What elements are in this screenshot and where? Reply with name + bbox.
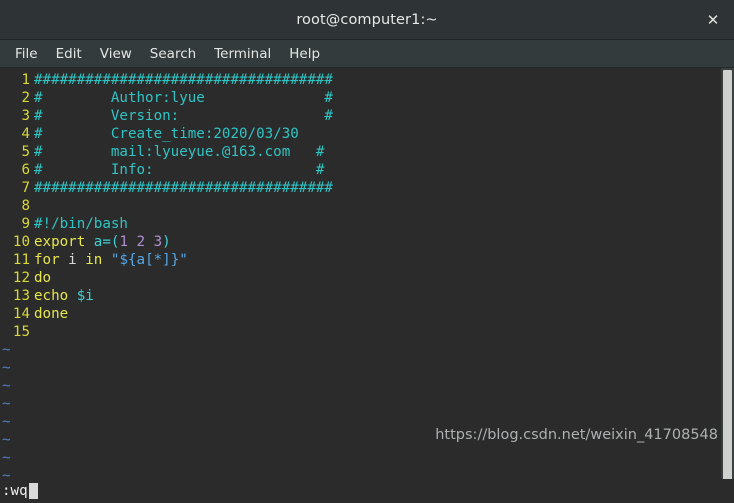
editor-line[interactable]: 6 # Info: # bbox=[0, 161, 734, 179]
window-title: root@computer1:~ bbox=[296, 11, 438, 28]
tilde-marker: ~ bbox=[2, 342, 11, 358]
editor-line[interactable]: 7 ################################### bbox=[0, 179, 734, 197]
line-content[interactable]: export a=(1 2 3) bbox=[30, 233, 171, 251]
menu-item-edit[interactable]: Edit bbox=[47, 43, 91, 65]
empty-line-marker-row: ~ bbox=[0, 449, 734, 467]
line-content[interactable]: # Create_time:2020/03/30 bbox=[30, 125, 299, 143]
tilde-marker: ~ bbox=[2, 468, 11, 479]
line-number: 1 bbox=[21, 72, 30, 88]
line-number: 3 bbox=[21, 108, 30, 124]
line-number: 7 bbox=[21, 180, 30, 196]
line-content[interactable]: do bbox=[30, 269, 51, 287]
line-content[interactable]: # mail:lyueyue.@163.com # bbox=[30, 143, 324, 161]
tilde-marker: ~ bbox=[2, 414, 11, 430]
menu-item-view[interactable]: View bbox=[91, 43, 141, 65]
editor-line[interactable]: 8 bbox=[0, 197, 734, 215]
tilde-marker: ~ bbox=[2, 396, 11, 412]
tilde-marker: ~ bbox=[2, 450, 11, 466]
line-content[interactable]: echo $i bbox=[30, 287, 94, 305]
editor-line[interactable]: 13 echo $i bbox=[0, 287, 734, 305]
line-number: 12 bbox=[12, 270, 30, 286]
close-icon[interactable]: ✕ bbox=[700, 7, 726, 33]
line-number: 5 bbox=[21, 144, 30, 160]
line-number: 13 bbox=[12, 288, 30, 304]
line-number: 4 bbox=[21, 126, 30, 142]
editor-line[interactable]: 2 # Author:lyue # bbox=[0, 89, 734, 107]
line-number: 15 bbox=[12, 324, 30, 340]
line-number: 9 bbox=[21, 216, 30, 232]
line-content[interactable]: #!/bin/bash bbox=[30, 215, 128, 233]
line-number: 14 bbox=[12, 306, 30, 322]
editor-line[interactable]: 5 # mail:lyueyue.@163.com # bbox=[0, 143, 734, 161]
terminal-window: root@computer1:~ ✕ File Edit View Search… bbox=[0, 0, 734, 503]
editor-line[interactable]: 14 done bbox=[0, 305, 734, 323]
editor-line[interactable]: 15 bbox=[0, 323, 734, 341]
line-content[interactable]: done bbox=[30, 305, 68, 323]
line-number: 8 bbox=[21, 198, 30, 214]
line-number: 2 bbox=[21, 90, 30, 106]
vim-buffer: 1 ################################### 2 # A… bbox=[0, 71, 734, 479]
tilde-marker: ~ bbox=[2, 360, 11, 376]
empty-line-marker-row: ~ bbox=[0, 341, 734, 359]
editor-line[interactable]: 12 do bbox=[0, 269, 734, 287]
editor-line[interactable]: 10 export a=(1 2 3) bbox=[0, 233, 734, 251]
scrollbar-thumb[interactable] bbox=[723, 70, 732, 479]
editor-line[interactable]: 1 ################################### bbox=[0, 71, 734, 89]
empty-line-marker-row: ~ bbox=[0, 377, 734, 395]
line-content[interactable]: for i in "${a[*]}" bbox=[30, 251, 188, 269]
menu-bar: File Edit View Search Terminal Help bbox=[0, 40, 734, 68]
scrollbar[interactable] bbox=[721, 68, 734, 479]
menu-item-file[interactable]: File bbox=[6, 43, 47, 65]
text-cursor bbox=[28, 483, 38, 499]
line-number: 11 bbox=[12, 252, 30, 268]
empty-line-marker-row: ~ bbox=[0, 359, 734, 377]
menu-item-search[interactable]: Search bbox=[141, 43, 205, 65]
editor-line[interactable]: 9 #!/bin/bash bbox=[0, 215, 734, 233]
line-content[interactable]: ################################### bbox=[30, 71, 333, 89]
editor-line[interactable]: 11 for i in "${a[*]}" bbox=[0, 251, 734, 269]
editor-line[interactable]: 4 # Create_time:2020/03/30 bbox=[0, 125, 734, 143]
menu-item-help[interactable]: Help bbox=[280, 43, 329, 65]
line-content[interactable] bbox=[30, 197, 34, 215]
tilde-marker: ~ bbox=[2, 378, 11, 394]
line-content[interactable]: # Info: # bbox=[30, 161, 324, 179]
tilde-marker: ~ bbox=[2, 432, 11, 448]
line-content[interactable]: # Version: # bbox=[30, 107, 333, 125]
empty-line-marker-row: ~ bbox=[0, 467, 734, 479]
line-content[interactable]: # Author:lyue # bbox=[30, 89, 333, 107]
line-content[interactable] bbox=[30, 323, 34, 341]
vim-command-text: :wq bbox=[2, 483, 28, 499]
line-content[interactable]: ################################### bbox=[30, 179, 333, 197]
terminal-body[interactable]: 1 ################################### 2 # A… bbox=[0, 68, 734, 479]
editor-line[interactable]: 3 # Version: # bbox=[0, 107, 734, 125]
vim-status-line: :wq bbox=[0, 479, 734, 503]
line-number: 6 bbox=[21, 162, 30, 178]
watermark-text: https://blog.csdn.net/weixin_41708548 bbox=[435, 427, 718, 443]
menu-item-terminal[interactable]: Terminal bbox=[205, 43, 280, 65]
line-number: 10 bbox=[12, 234, 30, 250]
empty-line-marker-row: ~ bbox=[0, 395, 734, 413]
window-titlebar: root@computer1:~ ✕ bbox=[0, 0, 734, 40]
